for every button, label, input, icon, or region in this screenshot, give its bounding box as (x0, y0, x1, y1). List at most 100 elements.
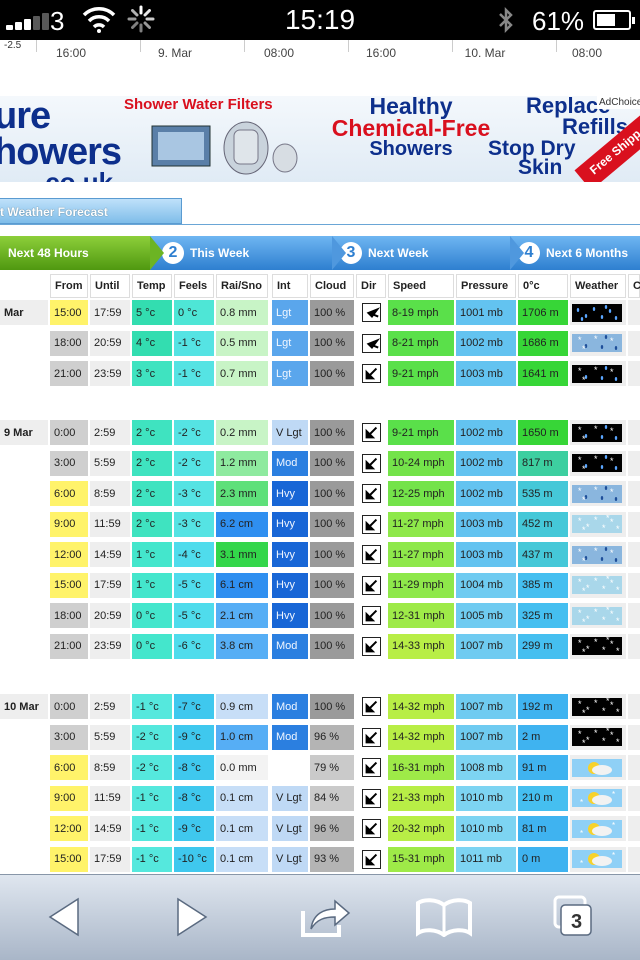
forward-icon[interactable] (162, 887, 222, 947)
cell-temperature: -1 °c (132, 816, 172, 841)
back-icon[interactable] (34, 887, 94, 947)
svg-text:*: * (610, 487, 614, 497)
cell-overflow (628, 724, 640, 750)
cell-feels-like: -9 °c (174, 816, 214, 841)
cell-freezing-level: 210 m (518, 785, 568, 811)
column-header-cloud: Cloud (310, 274, 354, 298)
cell-pressure: 1003 mb (456, 542, 516, 567)
cell-cloud-cover: 100 % (310, 633, 354, 659)
wind-direction-icon (356, 694, 386, 719)
cell-freezing-level: 1686 m (518, 330, 568, 356)
cell-intensity: Hvy (272, 542, 308, 567)
cell-temperature: 1 °c (132, 572, 172, 598)
cell-freezing-level: 2 m (518, 724, 568, 750)
svg-text:*: * (612, 851, 615, 860)
cell-precipitation: 6.1 cm (216, 572, 268, 598)
cell-temperature: -2 °c (132, 755, 172, 780)
cell-freezing-level: 325 m (518, 603, 568, 628)
cell-intensity: Hvy (272, 572, 308, 598)
cell-wind-speed: 9-21 mph (388, 420, 454, 445)
rain-night-weather-icon (570, 300, 626, 325)
cell-cloud-cover: 100 % (310, 542, 354, 567)
forecast-table: From Until Temp Feels Rai/Sno Int Cloud Dir Spee… (0, 0, 640, 960)
cell-from: 0:00 (50, 420, 88, 445)
cell-pressure: 1005 mb (456, 603, 516, 628)
svg-text:*: * (612, 821, 615, 830)
cell-pressure: 1004 mb (456, 572, 516, 598)
cell-cloud-cover: 100 % (310, 361, 354, 386)
svg-text:*: * (582, 708, 586, 716)
cell-from: 15:00 (50, 572, 88, 598)
column-header-int: Int (272, 274, 308, 298)
day-spacer (0, 633, 48, 659)
cell-from: 3:00 (50, 450, 88, 476)
cell-wind-speed: 12-31 mph (388, 603, 454, 628)
tabs-icon[interactable]: 3 (540, 887, 600, 947)
svg-text:*: * (602, 645, 606, 655)
cell-precipitation: 0.5 mm (216, 330, 268, 356)
cell-overflow (628, 846, 640, 872)
cell-from: 18:00 (50, 330, 88, 356)
svg-text:*: * (594, 728, 598, 738)
cell-pressure: 1003 mb (456, 361, 516, 386)
cell-pressure: 1010 mb (456, 785, 516, 811)
cell-overflow (628, 300, 640, 325)
cell-intensity: V Lgt (272, 785, 308, 811)
cell-precipitation: 0.0 mm (216, 755, 268, 780)
cell-from: 21:00 (50, 633, 88, 659)
day-label: Mar (0, 300, 48, 325)
svg-text:*: * (610, 336, 614, 346)
cell-temperature: 5 °c (132, 300, 172, 325)
svg-text:*: * (610, 609, 614, 619)
svg-text:*: * (612, 790, 615, 799)
snow-weather-icon: * * * * * * * * (570, 603, 626, 628)
cell-from: 18:00 (50, 603, 88, 628)
cell-pressure: 1002 mb (456, 450, 516, 476)
wind-direction-icon (356, 572, 386, 598)
wind-direction-icon (356, 481, 386, 506)
cell-cloud-cover: 93 % (310, 846, 354, 872)
svg-text:*: * (582, 344, 586, 352)
cell-pressure: 1010 mb (456, 816, 516, 841)
cell-precipitation: 3.1 mm (216, 542, 268, 567)
cell-from: 3:00 (50, 724, 88, 750)
svg-text:*: * (582, 525, 586, 533)
sleet-weather-icon: * * * * (570, 330, 626, 356)
column-header-pressure: Pressure (456, 274, 516, 298)
bookmarks-icon[interactable] (414, 887, 474, 947)
svg-text:*: * (586, 583, 590, 593)
svg-text:*: * (582, 375, 586, 383)
cell-feels-like: -5 °c (174, 572, 214, 598)
cell-freezing-level: 91 m (518, 755, 568, 780)
cell-pressure: 1001 mb (456, 300, 516, 325)
cell-pressure: 1003 mb (456, 511, 516, 537)
day-spacer (0, 542, 48, 567)
svg-text:*: * (594, 485, 598, 495)
cell-overflow (628, 511, 640, 537)
wind-direction-icon (356, 420, 386, 445)
wind-direction-icon (356, 633, 386, 659)
sun-snow-weather-icon: * * (570, 785, 626, 811)
svg-text:*: * (606, 607, 610, 615)
cell-temperature: 2 °c (132, 420, 172, 445)
cell-cloud-cover: 100 % (310, 300, 354, 325)
svg-text:*: * (602, 736, 606, 746)
wind-direction-icon (356, 361, 386, 386)
svg-text:*: * (594, 698, 598, 708)
svg-text:*: * (580, 859, 583, 868)
svg-text:*: * (602, 706, 606, 716)
svg-text:*: * (610, 456, 614, 466)
cell-intensity: Lgt (272, 361, 308, 386)
cell-precipitation: 0.7 mm (216, 361, 268, 386)
cell-until: 2:59 (90, 420, 130, 445)
share-icon[interactable] (296, 887, 356, 947)
svg-text:*: * (594, 546, 598, 556)
day-spacer (0, 816, 48, 841)
cell-until: 17:59 (90, 846, 130, 872)
cell-temperature: 1 °c (132, 542, 172, 567)
cell-temperature: -1 °c (132, 694, 172, 719)
cell-overflow (628, 603, 640, 628)
snow-night-weather-icon: * * * * * * * * (570, 633, 626, 659)
sun-snow-weather-icon: * * (570, 846, 626, 872)
day-spacer (0, 785, 48, 811)
